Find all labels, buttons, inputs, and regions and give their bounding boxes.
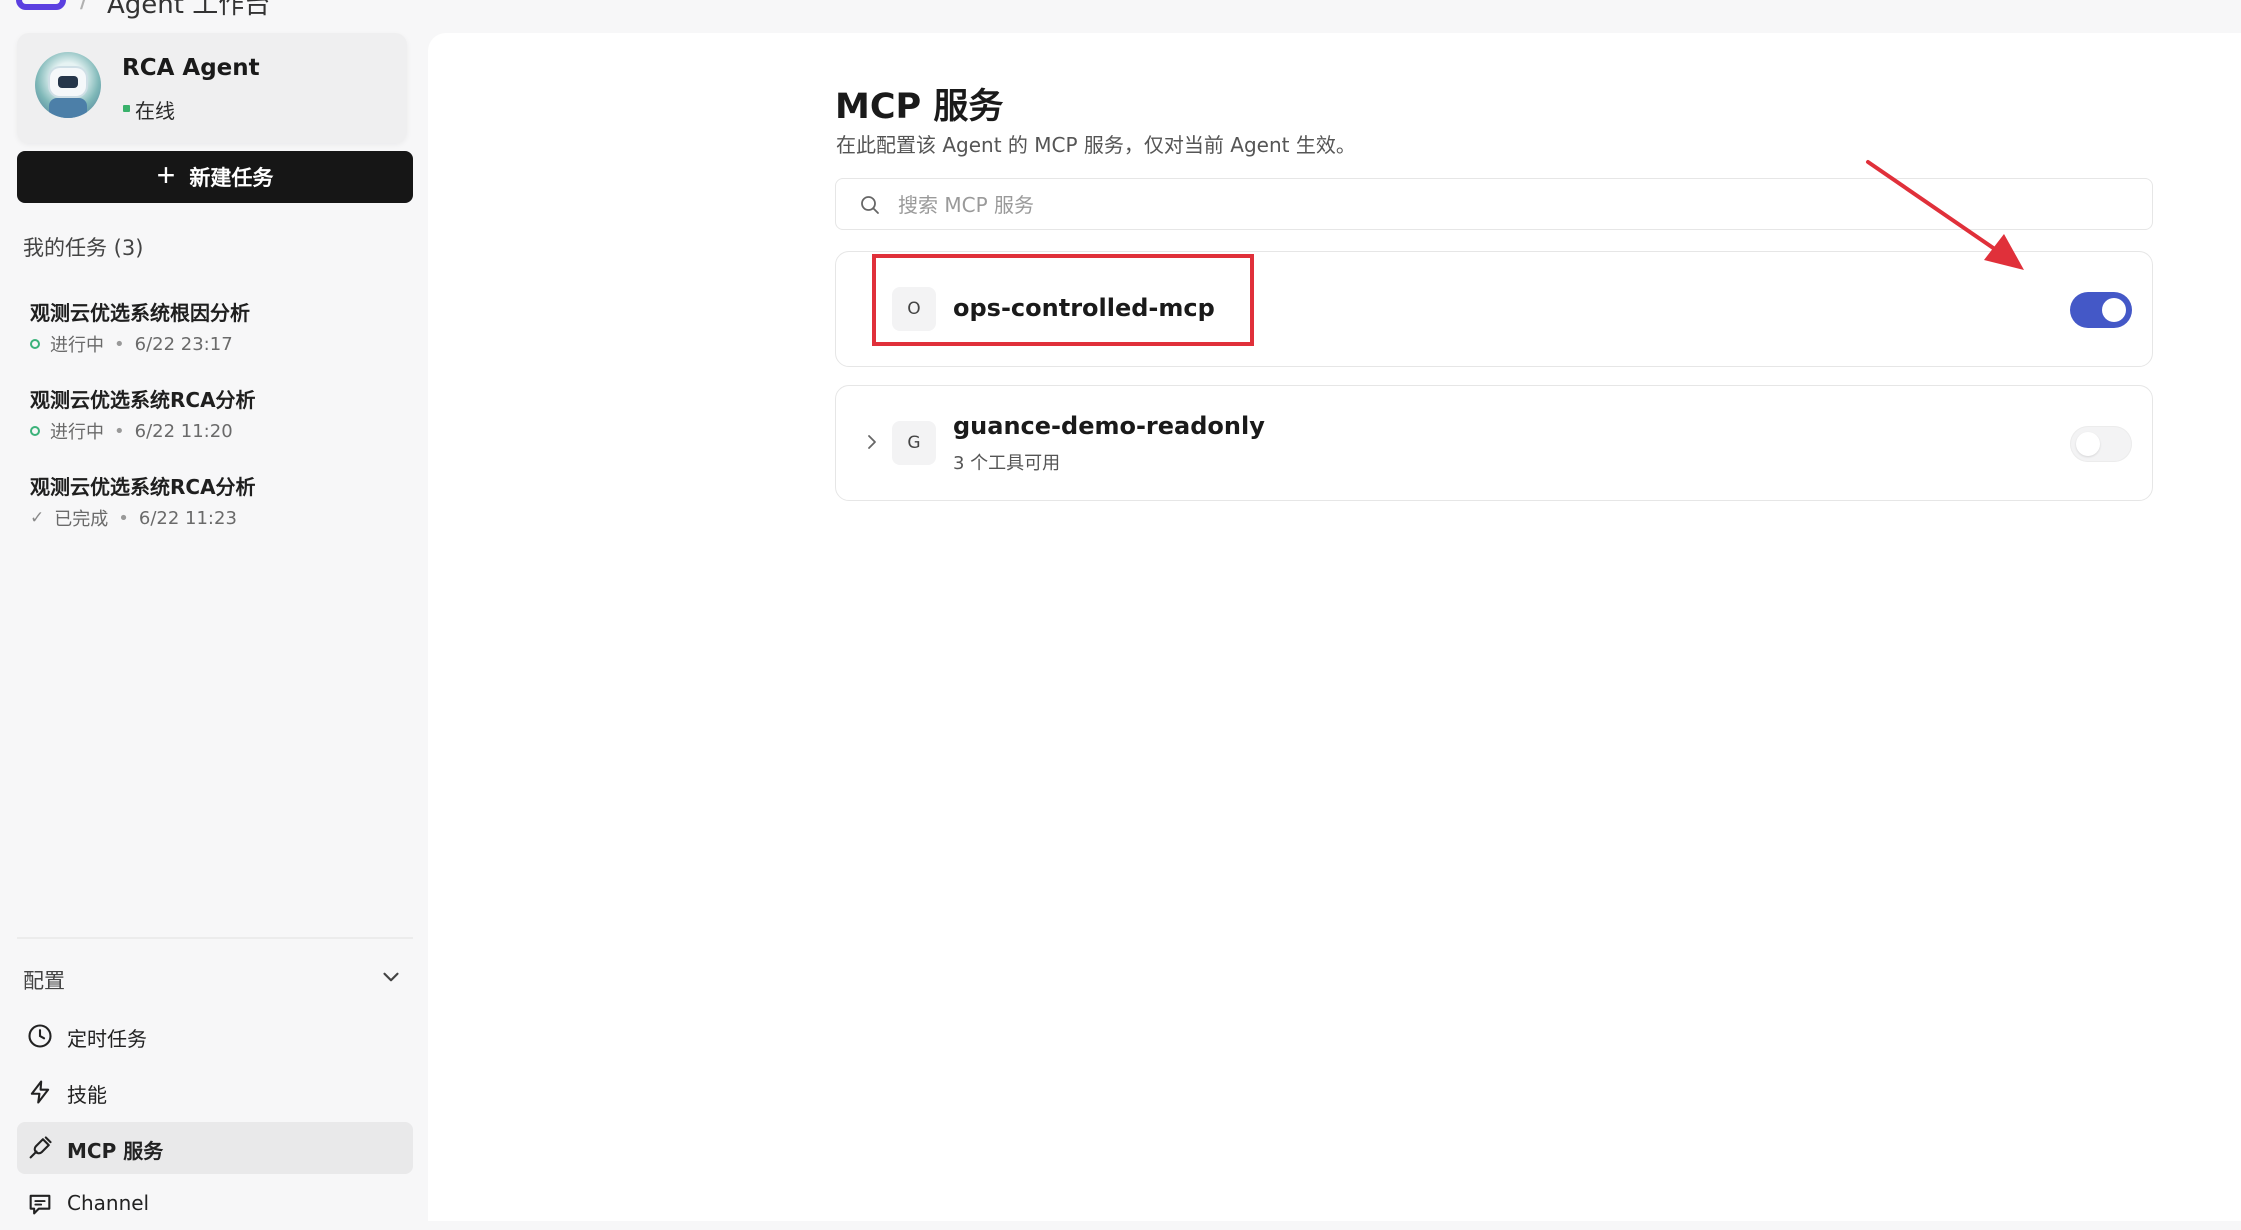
task-title: 观测云优选系统RCA分析: [30, 475, 256, 499]
online-status-dot: [123, 105, 130, 112]
task-time: 6/22 11:23: [138, 507, 237, 529]
task-title: 观测云优选系统根因分析: [30, 301, 250, 325]
nav-item-channel[interactable]: Channel: [17, 1178, 413, 1230]
new-task-button[interactable]: + 新建任务: [17, 151, 413, 203]
config-heading: 配置: [23, 969, 65, 993]
agent-avatar: [35, 52, 101, 118]
in-progress-icon: [30, 339, 40, 349]
meta-separator: •: [118, 507, 129, 529]
sidebar-divider: [17, 937, 413, 939]
mcp-service-card[interactable]: G guance-demo-readonly 3 个工具可用: [835, 385, 2153, 501]
toggle-knob: [2076, 432, 2100, 456]
nav-item-scheduled-tasks[interactable]: 定时任务: [17, 1010, 413, 1062]
plug-icon: [29, 1136, 52, 1159]
new-task-label: 新建任务: [189, 167, 274, 190]
search-input[interactable]: [896, 187, 2130, 223]
service-letter-badge: G: [892, 421, 936, 465]
meta-separator: •: [114, 420, 125, 442]
clock-icon: [28, 1024, 52, 1048]
nav-label: 技能: [67, 1083, 107, 1107]
page-subtitle: 在此配置该 Agent 的 MCP 服务，仅对当前 Agent 生效。: [836, 133, 1356, 157]
search-box[interactable]: [835, 178, 2153, 230]
task-status: 进行中: [50, 422, 104, 443]
nav-label: MCP 服务: [67, 1139, 164, 1163]
nav-item-mcp-services[interactable]: MCP 服务: [17, 1122, 413, 1174]
breadcrumb-current[interactable]: Agent 工作台: [107, 0, 270, 21]
service-enable-toggle[interactable]: [2070, 426, 2132, 462]
chevron-right-icon[interactable]: [860, 430, 884, 454]
service-enable-toggle[interactable]: [2070, 292, 2132, 328]
breadcrumb-separator: /: [80, 0, 89, 14]
chevron-down-icon[interactable]: [378, 964, 404, 990]
check-icon: ✓: [30, 508, 45, 528]
task-status: 进行中: [50, 335, 104, 356]
task-time: 6/22 11:20: [134, 420, 233, 442]
main-panel: MCP 服务 在此配置该 Agent 的 MCP 服务，仅对当前 Agent 生…: [428, 33, 2241, 1221]
page-title: MCP 服务: [835, 87, 1004, 127]
agent-status: 在线: [135, 99, 175, 123]
top-bar: / Agent 工作台: [0, 0, 2241, 20]
service-name: guance-demo-readonly: [953, 412, 1265, 440]
app-logo[interactable]: [16, 0, 66, 10]
tasks-heading: 我的任务 (3): [23, 236, 144, 260]
nav-item-skills[interactable]: 技能: [17, 1066, 413, 1118]
task-status: 已完成: [54, 509, 109, 530]
agent-name: RCA Agent: [122, 55, 260, 81]
toggle-knob: [2102, 298, 2126, 322]
service-description: 3 个工具可用: [953, 453, 1061, 474]
service-name: ops-controlled-mcp: [953, 294, 1215, 322]
mcp-service-card[interactable]: O ops-controlled-mcp: [835, 251, 2153, 367]
plus-icon: +: [156, 157, 176, 193]
agent-card[interactable]: RCA Agent 在线: [17, 33, 407, 143]
nav-label: 定时任务: [67, 1027, 147, 1051]
task-title: 观测云优选系统RCA分析: [30, 388, 256, 412]
message-icon: [29, 1194, 51, 1215]
nav-label: Channel: [67, 1191, 150, 1215]
sidebar: RCA Agent 在线 + 新建任务 我的任务 (3) 观测云优选系统根因分析…: [0, 20, 424, 1221]
task-item[interactable]: 观测云优选系统根因分析 进行中 • 6/22 23:17: [17, 297, 407, 377]
task-item[interactable]: 观测云优选系统RCA分析 进行中 • 6/22 11:20: [17, 384, 407, 464]
meta-separator: •: [114, 333, 125, 355]
task-item[interactable]: 观测云优选系统RCA分析 ✓ 已完成 • 6/22 11:23: [17, 471, 407, 551]
in-progress-icon: [30, 426, 40, 436]
lightning-icon: [30, 1080, 50, 1104]
task-time: 6/22 23:17: [134, 333, 233, 355]
search-icon: [861, 196, 879, 214]
service-letter-badge: O: [892, 287, 936, 331]
